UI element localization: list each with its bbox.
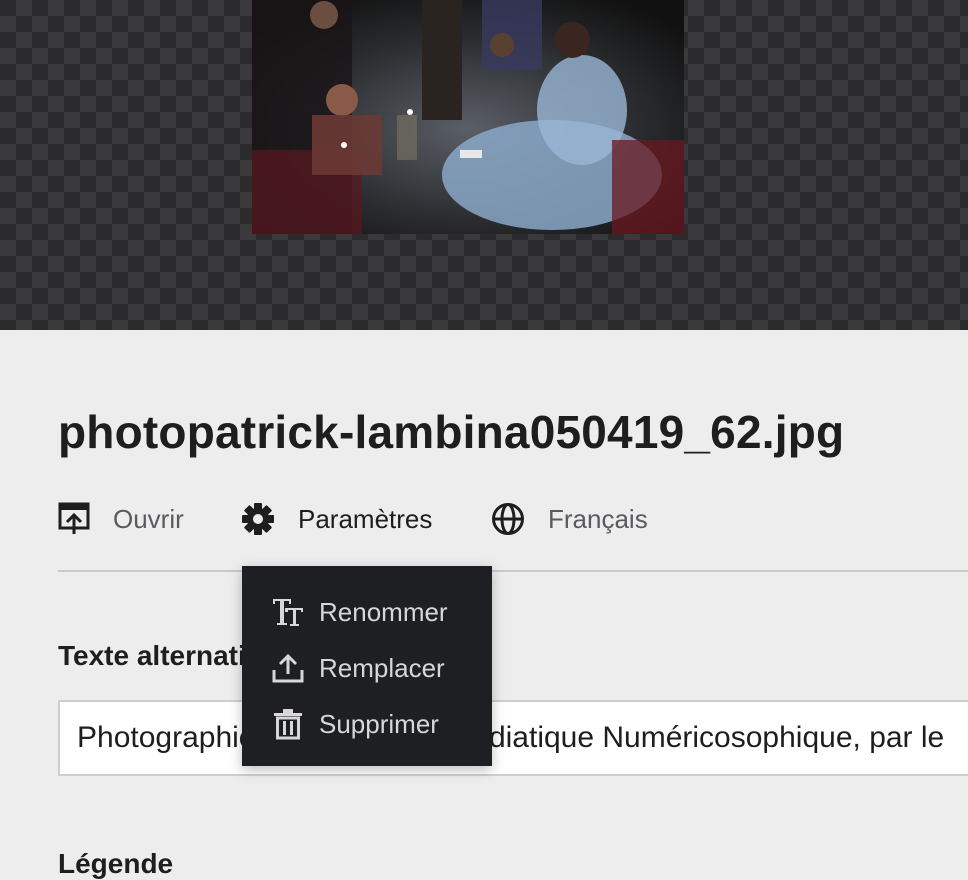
settings-button[interactable]: Paramètres	[241, 498, 432, 540]
open-external-icon	[58, 502, 90, 534]
upload-icon	[272, 653, 304, 683]
attachment-toolbar: Ouvrir Paramètres Français	[58, 498, 958, 540]
settings-label: Paramètres	[298, 503, 433, 534]
menu-item-delete[interactable]: Supprimer	[242, 696, 492, 752]
open-button[interactable]: Ouvrir	[58, 498, 184, 540]
alt-text-label: Texte alternatif	[58, 640, 256, 671]
trash-icon	[274, 709, 302, 740]
open-label: Ouvrir	[113, 503, 184, 534]
image-preview	[252, 0, 684, 234]
rename-label: Renommer	[319, 596, 448, 627]
language-label: Français	[548, 503, 648, 534]
language-button[interactable]: Français	[491, 498, 648, 540]
toolbar-divider	[58, 570, 968, 572]
menu-item-replace[interactable]: Remplacer	[242, 640, 492, 696]
attachment-filename: photopatrick-lambina050419_62.jpg	[58, 406, 845, 458]
globe-icon	[492, 503, 524, 535]
replace-label: Remplacer	[319, 652, 445, 683]
settings-dropdown-menu: Renommer Remplacer Supprimer	[242, 566, 492, 766]
caption-label: Légende	[58, 848, 174, 879]
delete-label: Supprimer	[319, 708, 439, 739]
menu-item-rename[interactable]: Renommer	[242, 584, 492, 640]
text-rename-icon	[273, 599, 303, 626]
gear-icon	[242, 503, 274, 535]
image-preview-area	[0, 0, 968, 330]
alt-text-input[interactable]	[58, 700, 968, 776]
